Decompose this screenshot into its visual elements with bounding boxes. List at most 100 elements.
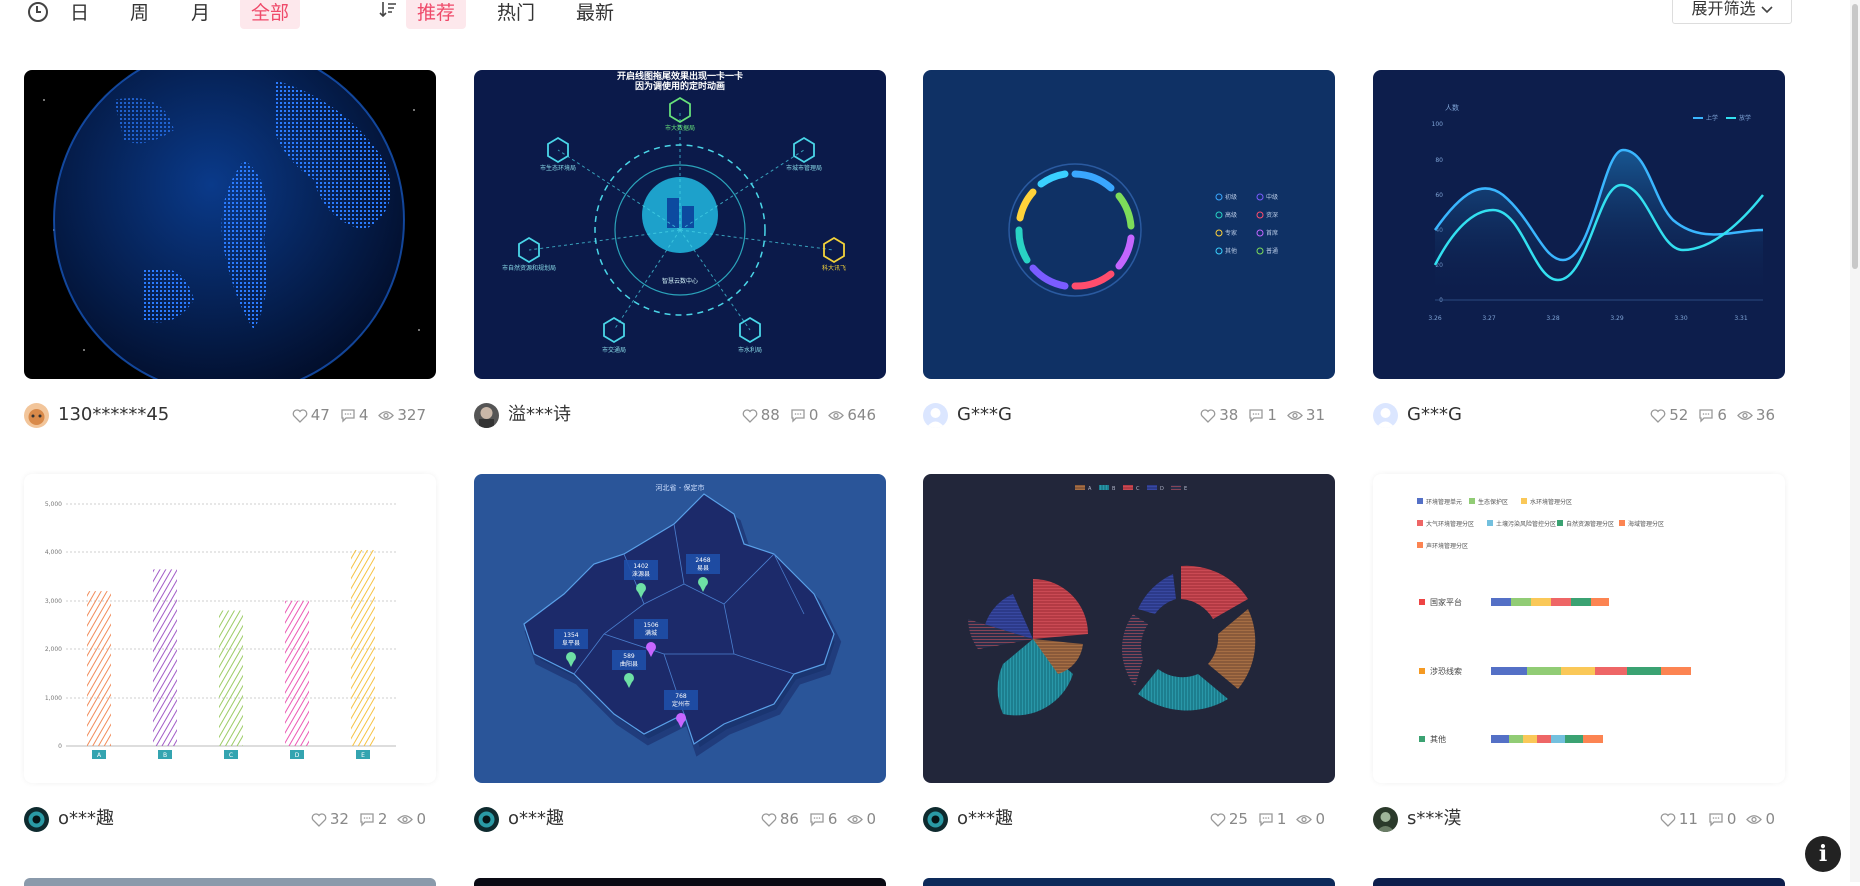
- info-button[interactable]: i: [1805, 836, 1841, 872]
- comments-count[interactable]: 4: [340, 406, 368, 424]
- eye-icon: [1737, 410, 1753, 420]
- author-name[interactable]: G***G: [957, 401, 1012, 429]
- thumbnail-stacked-bar-chart[interactable]: 环境管理单元 生态保护区 水环境管理分区 大气环境管理分区 土壤污染风险管控分区…: [1373, 474, 1785, 783]
- thumbnail-line-chart[interactable]: 人数 上学 放学 100 80 60 40 20 0 3.26 3.27 3.2…: [1373, 70, 1785, 379]
- map-marker-label: 曲阳县: [620, 660, 638, 668]
- card-stats: 11 0 0: [1650, 805, 1775, 833]
- author-name[interactable]: 溢***诗: [508, 401, 571, 429]
- likes-count[interactable]: 52: [1650, 406, 1688, 424]
- sort-hot[interactable]: 热门: [497, 0, 535, 29]
- scrollbar[interactable]: [1850, 0, 1860, 882]
- map-marker-value: 768: [675, 693, 687, 700]
- filter-all[interactable]: 全部: [240, 0, 300, 29]
- x-tick-label: 3.30: [1674, 315, 1688, 322]
- views-value: 327: [397, 406, 426, 424]
- eye-icon: [828, 410, 845, 420]
- likes-count[interactable]: 47: [292, 406, 330, 424]
- stacked-bar-chart-image: 环境管理单元 生态保护区 水环境管理分区 大气环境管理分区 土壤污染风险管控分区…: [1417, 498, 1691, 744]
- thumbnail-map[interactable]: 河北省 - 保定市 1402 涞源县 2468 易县 1354 阜平县 1506…: [474, 474, 886, 783]
- avatar[interactable]: [474, 807, 499, 832]
- card-stats: 25 1 0: [1200, 805, 1325, 833]
- author-name[interactable]: o***趣: [508, 805, 564, 833]
- card-stats: 47 4 327: [282, 401, 426, 429]
- comments-count[interactable]: 6: [809, 810, 837, 828]
- thumbnail-rose-chart[interactable]: A B C D E: [923, 474, 1335, 783]
- comments-count[interactable]: 6: [1698, 406, 1727, 424]
- author-name[interactable]: s***漠: [1407, 805, 1461, 833]
- avatar[interactable]: [474, 403, 499, 428]
- likes-value: 86: [779, 810, 799, 828]
- avatar[interactable]: [923, 403, 948, 428]
- eye-icon: [1296, 814, 1313, 824]
- comments-count[interactable]: 0: [790, 406, 819, 424]
- likes-count[interactable]: 11: [1660, 810, 1698, 828]
- filter-week[interactable]: 周: [130, 0, 149, 29]
- heart-icon: [292, 408, 308, 423]
- thumbnail-peek[interactable]: [923, 878, 1335, 886]
- x-tick-label: 3.28: [1546, 315, 1560, 322]
- comment-icon: [341, 408, 355, 423]
- filter-month[interactable]: 月: [191, 0, 210, 29]
- comments-count[interactable]: 2: [359, 810, 387, 828]
- comments-count[interactable]: 0: [1708, 810, 1736, 828]
- legend-label: C: [1136, 486, 1140, 492]
- avatar[interactable]: [24, 403, 49, 428]
- y-tick-label: 100: [1432, 121, 1444, 128]
- legend-label: 大气环境管理分区: [1426, 520, 1474, 528]
- x-tick-label: 3.26: [1428, 315, 1442, 322]
- likes-count[interactable]: 88: [742, 406, 780, 424]
- clock-icon: [28, 2, 48, 22]
- author-name[interactable]: G***G: [1407, 401, 1462, 429]
- legend-label: 其他: [1225, 247, 1237, 255]
- author-name[interactable]: o***趣: [58, 805, 114, 833]
- thumbnail-peek[interactable]: [24, 878, 436, 886]
- card-stats: 52 6 36: [1640, 401, 1775, 429]
- legend-label: 水环境管理分区: [1530, 498, 1572, 506]
- avatar[interactable]: [923, 807, 948, 832]
- thumbnail-globe[interactable]: [24, 70, 436, 379]
- author-name[interactable]: o***趣: [957, 805, 1013, 833]
- expand-filter-button[interactable]: 展开筛选: [1672, 0, 1792, 24]
- comment-icon: [1249, 408, 1264, 423]
- filter-bar: 日 周 月 全部 推荐 热门 最新 展开筛选: [0, 0, 1860, 40]
- sort-recommended[interactable]: 推荐: [406, 0, 466, 29]
- views-count: 31: [1287, 406, 1325, 424]
- eye-icon: [1287, 410, 1303, 420]
- comments-count[interactable]: 1: [1248, 406, 1277, 424]
- views-count: 0: [1296, 810, 1325, 828]
- likes-count[interactable]: 25: [1210, 810, 1248, 828]
- thumbnail-peek[interactable]: [474, 878, 886, 886]
- avatar[interactable]: [1373, 807, 1398, 832]
- thumbnail-bar-chart[interactable]: 5,000 4,000 3,000 2,000 1,000 0 ABCDE: [24, 474, 436, 783]
- x-tick-label: B: [163, 752, 167, 759]
- author-name[interactable]: 130******45: [58, 401, 169, 429]
- views-value: 31: [1305, 406, 1325, 424]
- chevron-down-icon: [1760, 6, 1773, 14]
- scrollbar-thumb[interactable]: [1852, 4, 1858, 269]
- avatar[interactable]: [1373, 403, 1398, 428]
- thumbnail-peek[interactable]: [1373, 878, 1785, 886]
- sort-latest[interactable]: 最新: [576, 0, 614, 29]
- comments-value: 1: [1267, 406, 1277, 424]
- comments-count[interactable]: 1: [1258, 810, 1286, 828]
- views-value: 646: [847, 406, 876, 424]
- filter-day[interactable]: 日: [70, 0, 89, 29]
- thumbnail-network-diagram[interactable]: 开启线图拖尾效果出现一卡一卡 因为调使用的定时动画 市大数据局 市生态环境局 市…: [474, 70, 886, 379]
- row-label: 涉恐线索: [1430, 666, 1462, 676]
- comments-value: 0: [808, 406, 819, 424]
- thumbnail-ring-chart[interactable]: 初级 中级 高级 资深 专家 首席 其他 普通: [923, 70, 1335, 379]
- comment-icon: [1709, 812, 1723, 827]
- map-marker-value: 1506: [643, 622, 658, 629]
- y-tick-label: 4,000: [45, 549, 62, 556]
- x-tick-label: 3.27: [1482, 315, 1496, 322]
- likes-count[interactable]: 32: [311, 810, 349, 828]
- map-marker-label: 定州市: [672, 700, 690, 708]
- comments-value: 6: [1717, 406, 1727, 424]
- likes-count[interactable]: 86: [761, 810, 799, 828]
- views-value: 0: [866, 810, 876, 828]
- likes-value: 52: [1669, 406, 1689, 424]
- heart-icon: [1210, 812, 1226, 827]
- avatar[interactable]: [24, 807, 49, 832]
- legend-label: 环境管理单元: [1426, 498, 1462, 506]
- likes-count[interactable]: 38: [1200, 406, 1238, 424]
